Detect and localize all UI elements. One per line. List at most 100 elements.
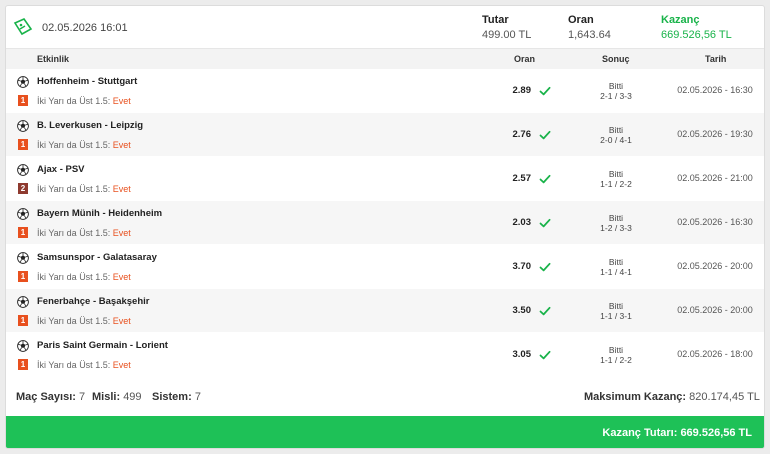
football-icon: [17, 163, 29, 176]
market-text: İki Yarı da Üst 1.5: Evet: [37, 140, 131, 150]
result-score: 2-1 / 3-3: [600, 91, 632, 101]
football-icon: [17, 251, 29, 264]
result-status: Bitti: [608, 125, 624, 135]
total-odds-value: 1,643.64: [568, 29, 611, 41]
coupon-date: 02.05.2026 16:01: [42, 22, 128, 34]
football-icon: [17, 339, 29, 352]
event-odd: 3.05: [512, 349, 532, 360]
period-badge: 2: [18, 183, 28, 194]
event-odd: 2.57: [512, 173, 532, 184]
period-badge: 1: [18, 271, 28, 282]
event-date: 02.05.2026 - 18:00: [677, 349, 753, 359]
stake-label: Tutar: [482, 14, 509, 26]
odds-summary: Oran 1,643.64: [568, 14, 611, 41]
event-odd: 3.50: [512, 305, 532, 316]
check-icon: [539, 172, 551, 184]
market-text: İki Yarı da Üst 1.5: Evet: [37, 360, 131, 370]
stake-summary: Tutar 499.00 TL: [482, 14, 531, 41]
market-text: İki Yarı da Üst 1.5: Evet: [37, 184, 131, 194]
period-badge: 1: [18, 359, 28, 370]
event-date: 02.05.2026 - 16:30: [677, 217, 753, 227]
result-status: Bitti: [608, 169, 624, 179]
pick-text: Evet: [112, 184, 131, 194]
event-row[interactable]: Ajax - PSV 2 İki Yarı da Üst 1.5: Evet 2.57…: [6, 157, 764, 201]
event-date: 02.05.2026 - 21:00: [677, 173, 753, 183]
match-count: Maç Sayısı: 7: [16, 391, 86, 403]
period-badge: 1: [18, 315, 28, 326]
pick-text: Evet: [112, 228, 131, 238]
pick-text: Evet: [112, 360, 131, 370]
result-score: 1-1 / 3-1: [600, 311, 632, 321]
result-cell: Bitti 2-1 / 3-3: [586, 81, 646, 101]
result-status: Bitti: [608, 301, 624, 311]
event-row[interactable]: Hoffenheim - Stuttgart 1 İki Yarı da Üst 1…: [6, 69, 764, 113]
event-row[interactable]: Samsunspor - Galatasaray 1 İki Yarı da Üst…: [6, 245, 764, 289]
event-odd: 3.70: [512, 261, 532, 272]
match-name: Ajax - PSV: [37, 164, 85, 175]
market-text: İki Yarı da Üst 1.5: Evet: [37, 272, 131, 282]
win-amount-text: Kazanç Tutarı: 669.526,56 TL: [602, 427, 752, 439]
football-icon: [17, 295, 29, 308]
result-cell: Bitti 1-1 / 2-2: [586, 169, 646, 189]
max-win: Maksimum Kazanç: 820.174,45 TL: [584, 391, 760, 403]
check-icon: [539, 216, 551, 228]
event-odd: 2.89: [512, 85, 532, 96]
check-icon: [539, 304, 551, 316]
result-status: Bitti: [608, 257, 624, 267]
pick-text: Evet: [112, 140, 131, 150]
result-score: 1-1 / 2-2: [600, 179, 632, 189]
match-name: Hoffenheim - Stuttgart: [37, 76, 138, 87]
col-result: Sonuç: [602, 54, 630, 64]
event-date: 02.05.2026 - 20:00: [677, 305, 753, 315]
result-cell: Bitti 1-1 / 2-2: [586, 345, 646, 365]
football-icon: [17, 119, 29, 132]
period-badge: 1: [18, 227, 28, 238]
win-summary: Kazanç 669.526,56 TL: [661, 14, 732, 41]
win-value: 669.526,56 TL: [661, 29, 732, 41]
event-row[interactable]: Paris Saint Germain - Lorient 1 İki Yarı d…: [6, 333, 764, 377]
football-icon: [17, 75, 29, 88]
result-score: 1-1 / 4-1: [600, 267, 632, 277]
event-date: 02.05.2026 - 16:30: [677, 85, 753, 95]
win-label: Kazanç: [661, 14, 700, 26]
check-icon: [539, 84, 551, 96]
col-odds: Oran: [514, 54, 536, 64]
check-icon: [539, 260, 551, 272]
match-name: B. Leverkusen - Leipzig: [37, 120, 144, 131]
match-name: Fenerbahçe - Başakşehir: [37, 296, 150, 307]
coupon-header: 02.05.2026 16:01 Tutar 499.00 TL Oran 1,…: [6, 6, 764, 49]
event-row[interactable]: B. Leverkusen - Leipzig 1 İki Yarı da Üst …: [6, 113, 764, 157]
result-score: 2-0 / 4-1: [600, 135, 632, 145]
stake-value: 499.00 TL: [482, 29, 532, 41]
pick-text: Evet: [112, 272, 131, 282]
result-cell: Bitti 1-1 / 3-1: [586, 301, 646, 321]
system: Sistem: 7: [152, 391, 201, 403]
event-odd: 2.76: [512, 129, 532, 140]
result-cell: Bitti 1-2 / 3-3: [586, 213, 646, 233]
match-name: Bayern Münih - Heidenheim: [37, 208, 163, 219]
event-row[interactable]: Fenerbahçe - Başakşehir 1 İki Yarı da Üst …: [6, 289, 764, 333]
event-date: 02.05.2026 - 19:30: [677, 129, 753, 139]
event-date: 02.05.2026 - 20:00: [677, 261, 753, 271]
win-amount-bar: Kazanç Tutarı: 669.526,56 TL: [6, 416, 764, 448]
result-score: 1-1 / 2-2: [600, 355, 632, 365]
period-badge: 1: [18, 95, 28, 106]
pick-text: Evet: [112, 96, 131, 106]
period-badge: 1: [18, 139, 28, 150]
result-cell: Bitti 2-0 / 4-1: [586, 125, 646, 145]
event-row[interactable]: Bayern Münih - Heidenheim 1 İki Yarı da Üs…: [6, 201, 764, 245]
total-odds-label: Oran: [568, 14, 594, 26]
match-name: Samsunspor - Galatasaray: [37, 252, 157, 263]
result-score: 1-2 / 3-3: [600, 223, 632, 233]
event-odd: 2.03: [512, 217, 532, 228]
table-header: Etkinlik Oran Sonuç Tarih: [6, 49, 764, 69]
pick-text: Evet: [112, 316, 131, 326]
football-icon: [17, 207, 29, 220]
col-event: Etkinlik: [37, 54, 70, 64]
result-status: Bitti: [608, 213, 624, 223]
check-icon: [539, 348, 551, 360]
coupon-card: 02.05.2026 16:01 Tutar 499.00 TL Oran 1,…: [5, 5, 765, 449]
market-text: İki Yarı da Üst 1.5: Evet: [37, 316, 131, 326]
result-status: Bitti: [608, 81, 624, 91]
market-text: İki Yarı da Üst 1.5: Evet: [37, 228, 131, 238]
